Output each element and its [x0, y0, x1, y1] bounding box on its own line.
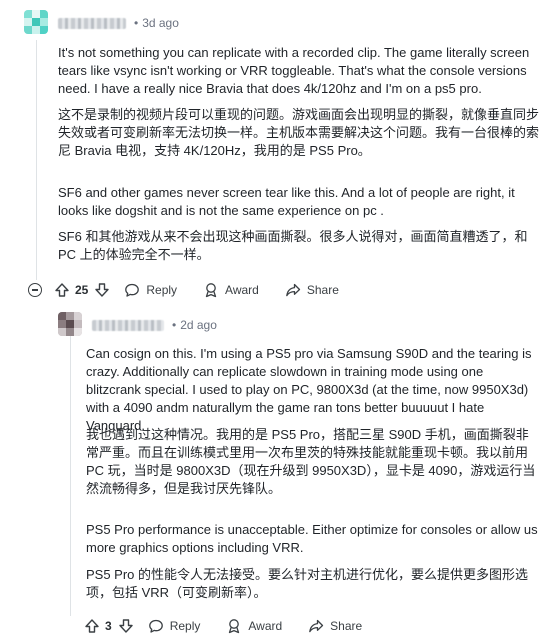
award-button[interactable]: Award [203, 282, 259, 298]
downvote-icon [95, 283, 110, 297]
upvote-icon [85, 619, 99, 633]
thread-line [70, 336, 71, 616]
comment-text-en: SF6 and other games never screen tear li… [58, 185, 515, 218]
award-label: Award [248, 619, 283, 633]
collapse-icon[interactable] [28, 283, 42, 297]
downvote-button[interactable] [118, 618, 134, 634]
avatar[interactable] [58, 312, 82, 336]
avatar[interactable] [24, 10, 48, 34]
comment-text-en: It's not something you can replicate wit… [58, 45, 530, 96]
award-icon [205, 283, 217, 298]
share-label: Share [330, 619, 363, 633]
username[interactable] [58, 17, 126, 29]
award-icon [229, 619, 240, 634]
share-icon [285, 283, 300, 297]
downvote-icon [118, 619, 133, 633]
reply-button[interactable]: Reply [148, 618, 201, 634]
reply-label: Reply [146, 283, 178, 297]
username[interactable] [92, 319, 164, 331]
upvote-icon [55, 283, 69, 297]
reply-icon [148, 619, 163, 633]
share-icon [309, 619, 324, 633]
comment-text-en: PS5 Pro performance is unacceptable. Eit… [86, 522, 538, 555]
upvote-button[interactable] [54, 282, 70, 298]
vote-count: 3 [105, 619, 112, 633]
meta-separator: • [134, 16, 139, 30]
comment-text-zh: 这不是录制的视频片段可以重现的问题。游戏画面会出现明显的撕裂，就像垂直同步失效或… [58, 107, 540, 158]
comment-text-zh: SF6 和其他游戏从来不会出现这种画面撕裂。很多人说得对，画面简直糟透了，和 P… [58, 229, 528, 262]
share-button[interactable]: Share [308, 618, 362, 634]
comment-meta: • 2d ago [92, 318, 217, 332]
timestamp[interactable]: 2d ago [180, 318, 217, 332]
comment-text-zh: 我也遇到过这种情况。我用的是 PS5 Pro，搭配三星 S90D 手机，画面撕裂… [86, 427, 536, 496]
reply-label: Reply [169, 619, 201, 633]
comment-text-zh: PS5 Pro 的性能令人无法接受。要么针对主机进行优化，要么提供更多图形选项，… [86, 567, 529, 600]
comment-actions: 3 Reply Award Share [84, 614, 362, 638]
comment-meta: • 3d ago [58, 16, 179, 30]
share-label: Share [306, 283, 339, 297]
comment-actions: 25 Reply Award Share [54, 278, 339, 302]
vote-count: 25 [75, 283, 89, 297]
upvote-button[interactable] [84, 618, 100, 634]
meta-separator: • [172, 318, 177, 332]
downvote-button[interactable] [94, 282, 110, 298]
thread-line [36, 40, 37, 280]
reply-button[interactable]: Reply [124, 282, 177, 298]
timestamp[interactable]: 3d ago [142, 16, 179, 30]
reply-icon [125, 283, 140, 297]
share-button[interactable]: Share [285, 282, 339, 298]
comment-text-en: Can cosign on this. I'm using a PS5 pro … [86, 346, 532, 433]
award-label: Award [225, 283, 259, 297]
award-button[interactable]: Award [226, 618, 282, 634]
